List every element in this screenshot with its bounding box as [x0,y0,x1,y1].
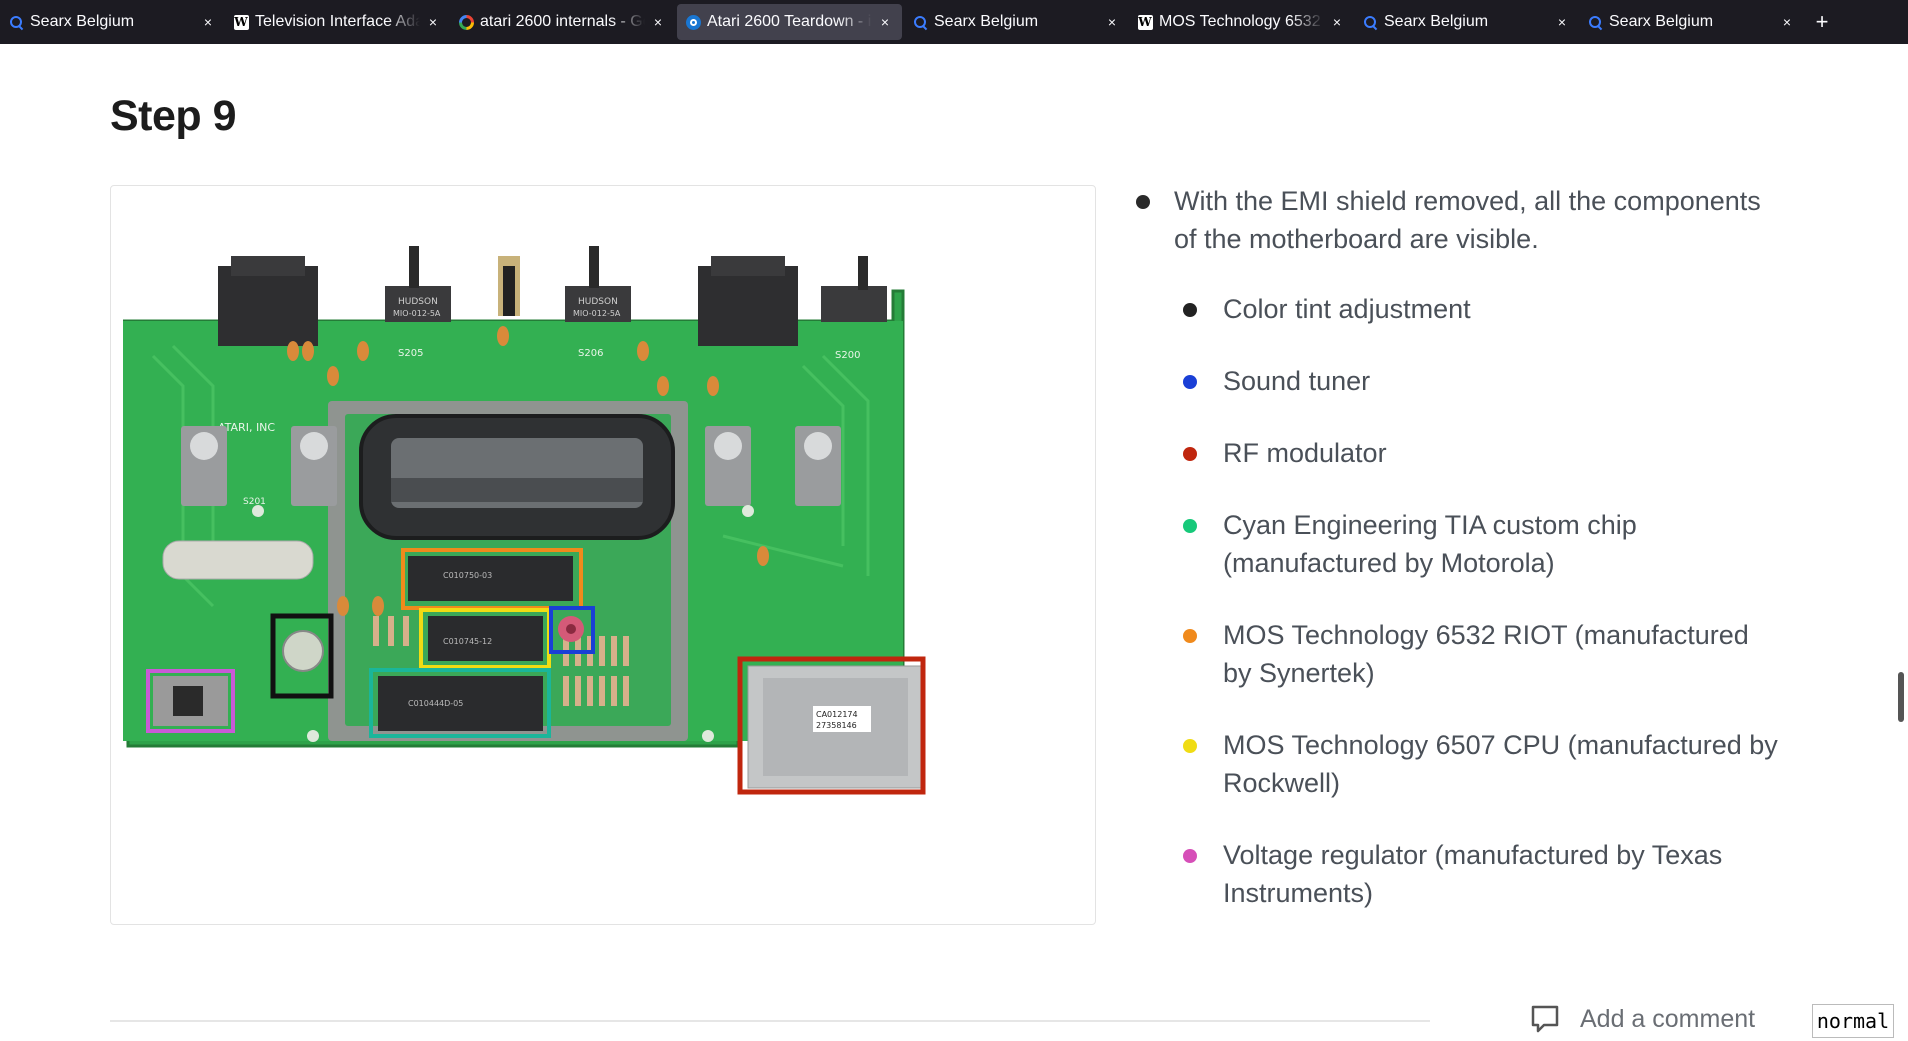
main-bullet: With the EMI shield removed, all the com… [1130,182,1780,258]
close-tab-icon[interactable]: × [201,14,215,30]
bullet-dot [1183,519,1197,533]
search-icon [1362,14,1378,30]
close-tab-icon[interactable]: × [878,14,892,30]
bullet-dot [1183,447,1197,461]
chip-label-tia: C010750-03 [443,571,492,580]
bullet-dot [1183,739,1197,753]
section-divider [110,1020,1430,1022]
component-list-item: Sound tuner [1130,362,1780,400]
component-list-item: RF modulator [1130,434,1780,472]
chip-label-riot: C010745-12 [443,637,492,646]
switch-code-1: MIO-012-5A [393,309,441,318]
component-label: MOS Technology 6532 RIOT (manufactured b… [1223,620,1749,688]
tab-title: Searx Belgium [934,13,1039,30]
add-comment-label: Add a comment [1580,1004,1756,1033]
add-comment-button[interactable]: Add a comment [1530,1004,1755,1034]
browser-tab[interactable]: Atari 2600 Teardown - iFixit × [677,4,902,40]
bullet-dot-black [1136,195,1150,209]
component-list: Color tint adjustment Sound tuner RF modul… [1130,290,1780,912]
bullet-dot [1183,375,1197,389]
component-label: MOS Technology 6507 CPU (manufactured by… [1223,730,1778,798]
board-label-s200: S200 [835,350,860,361]
bullet-dot [1183,629,1197,643]
component-label: Cyan Engineering TIA custom chip (manufa… [1223,510,1637,578]
tab-title: atari 2600 internals - Google Search [480,13,645,30]
board-label-s206: S206 [578,348,603,359]
tab-title: MOS Technology 6532 - Wikipedia [1159,13,1324,30]
search-icon [1587,14,1603,30]
browser-tab-bar: Searx Belgium × W Television Interface Adap… [0,0,1908,44]
component-list-item: MOS Technology 6532 RIOT (manufactured b… [1130,616,1780,692]
tab-title: Television Interface Adaptor - Wikipedia [255,13,420,30]
step-title: Step 9 [110,92,237,140]
component-label: Voltage regulator (manufactured by Texas… [1223,840,1723,908]
wikipedia-icon: W [1137,14,1153,30]
step-bullet-list: With the EMI shield removed, all the com… [1130,182,1780,946]
tab-title: Atari 2600 Teardown - iFixit [707,13,872,30]
motherboard-photo[interactable]: HUDSON MIO-012-5A HUDSON MIO-012-5A S205… [123,246,1093,816]
tab-title: Searx Belgium [1384,13,1489,30]
component-list-item: Cyan Engineering TIA custom chip (manufa… [1130,506,1780,582]
tab-title: Searx Belgium [30,13,135,30]
component-label: Sound tuner [1223,366,1371,396]
close-tab-icon[interactable]: × [1105,14,1119,30]
bullet-dot [1183,303,1197,317]
chip-label-cpu: C010444D-05 [408,699,463,708]
browser-tab[interactable]: Searx Belgium × [1579,4,1804,40]
close-tab-icon[interactable]: × [1555,14,1569,30]
board-label-s205: S205 [398,348,423,359]
close-tab-icon[interactable]: × [651,14,665,30]
component-label: RF modulator [1223,438,1387,468]
tab-title: Searx Belgium [1609,13,1714,30]
close-tab-icon[interactable]: × [1330,14,1344,30]
page-scrollbar-thumb[interactable] [1898,672,1904,722]
browser-tab[interactable]: W Television Interface Adaptor - Wikipedi… [225,4,450,40]
browser-tab[interactable]: Searx Belgium × [1354,4,1579,40]
google-icon [458,14,474,30]
component-list-item: MOS Technology 6507 CPU (manufactured by… [1130,726,1780,802]
comment-icon [1531,1005,1559,1033]
board-label-s201: S201 [243,497,266,507]
component-list-item: Voltage regulator (manufactured by Texas… [1130,836,1780,912]
wikipedia-icon: W [233,14,249,30]
search-icon [8,14,24,30]
step-image-frame[interactable]: HUDSON MIO-012-5A HUDSON MIO-012-5A S205… [110,185,1096,925]
browser-tab[interactable]: Searx Belgium × [904,4,1129,40]
switch-label-2: HUDSON [578,297,618,307]
rf-code-1: CA012174 [816,710,858,719]
browser-tab[interactable]: Searx Belgium × [0,4,225,40]
switch-code-2: MIO-012-5A [573,309,621,318]
browser-tab[interactable]: atari 2600 internals - Google Search × [450,4,675,40]
rf-code-2: 27358146 [816,721,857,730]
search-icon [912,14,928,30]
component-label: Color tint adjustment [1223,294,1471,324]
mode-indicator: normal [1812,1004,1894,1038]
switch-label-1: HUDSON [398,297,438,307]
main-bullet-text: With the EMI shield removed, all the com… [1174,186,1761,254]
browser-tab[interactable]: W MOS Technology 6532 - Wikipedia × [1129,4,1354,40]
bullet-dot [1183,849,1197,863]
component-list-item: Color tint adjustment [1130,290,1780,328]
close-tab-icon[interactable]: × [1780,14,1794,30]
close-tab-icon[interactable]: × [426,14,440,30]
new-tab-button[interactable]: + [1804,4,1840,40]
ifixit-icon [685,14,701,30]
